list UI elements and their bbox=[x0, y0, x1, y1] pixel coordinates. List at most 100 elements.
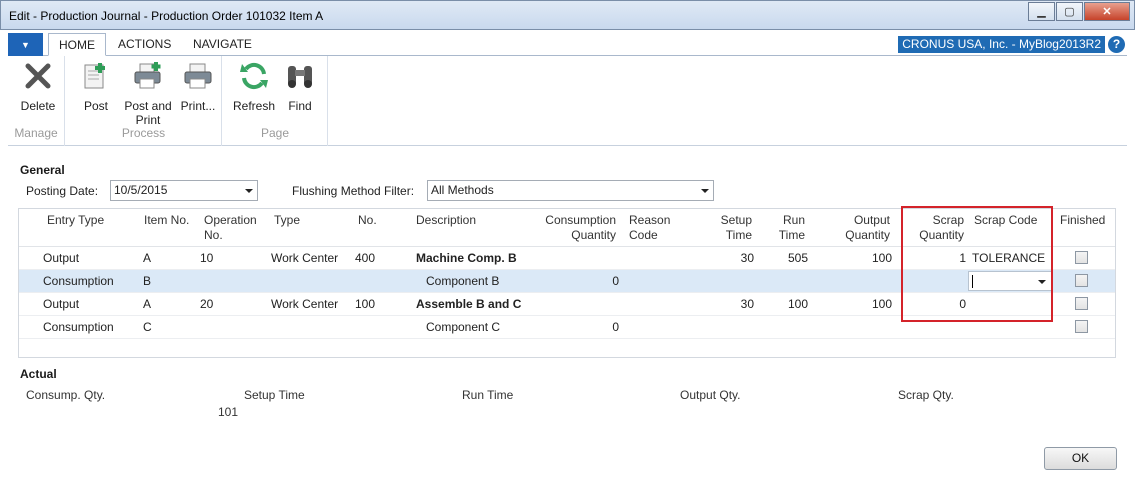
delete-icon bbox=[25, 63, 51, 89]
cell-type[interactable]: Work Center bbox=[271, 297, 338, 311]
cell-item-no[interactable]: C bbox=[143, 320, 152, 334]
posting-date-field[interactable]: 10/5/2015 bbox=[110, 180, 258, 201]
col-setup-time-line2: Time bbox=[725, 228, 752, 242]
finished-checkbox[interactable] bbox=[1075, 251, 1088, 264]
maximize-button[interactable]: ▢ bbox=[1056, 2, 1083, 21]
finished-checkbox[interactable] bbox=[1075, 297, 1088, 310]
group-label-page: Page bbox=[260, 126, 290, 140]
text-caret bbox=[972, 275, 973, 288]
finished-checkbox[interactable] bbox=[1075, 320, 1088, 333]
col-output-qty[interactable]: Output Quantity bbox=[829, 213, 890, 243]
cell-run-time[interactable]: 505 bbox=[759, 251, 808, 265]
post-print-label-2: Print bbox=[135, 113, 161, 127]
col-scrap-qty[interactable]: Scrap Quantity bbox=[904, 213, 964, 243]
cell-type[interactable]: Work Center bbox=[271, 251, 338, 265]
cell-item-no[interactable]: B bbox=[143, 274, 151, 288]
table-row[interactable]: Consumption C Component C 0 bbox=[19, 316, 1115, 339]
cell-description[interactable]: Component B bbox=[426, 274, 499, 288]
flushing-filter-value: All Methods bbox=[431, 183, 494, 197]
tab-actions[interactable]: ACTIONS bbox=[108, 33, 181, 56]
col-consumption-qty-line2: Quantity bbox=[571, 228, 616, 242]
tab-navigate[interactable]: NAVIGATE bbox=[183, 33, 262, 56]
company-name[interactable]: CRONUS USA, Inc. - MyBlog2013R2 bbox=[898, 36, 1105, 53]
tab-home[interactable]: HOME bbox=[48, 33, 106, 56]
actual-setup-time-label: Setup Time bbox=[244, 388, 305, 402]
col-reason-code[interactable]: Reason Code bbox=[629, 213, 670, 243]
col-run-time-line1: Run bbox=[782, 213, 805, 227]
cell-item-no[interactable]: A bbox=[143, 251, 151, 265]
col-finished[interactable]: Finished bbox=[1060, 213, 1105, 228]
scrap-code-input[interactable] bbox=[968, 271, 1052, 291]
ribbon: Delete Manage Post Post and Print Print.… bbox=[8, 56, 1127, 146]
close-button[interactable]: ✕ bbox=[1084, 2, 1130, 21]
chevron-down-icon[interactable] bbox=[245, 189, 253, 193]
col-setup-time[interactable]: Setup Time bbox=[709, 213, 752, 243]
cell-operation-no[interactable]: 20 bbox=[200, 297, 213, 311]
cell-description[interactable]: Machine Comp. B bbox=[416, 251, 517, 265]
chevron-down-icon[interactable] bbox=[701, 189, 709, 193]
col-no[interactable]: No. bbox=[358, 213, 377, 228]
col-operation-no[interactable]: Operation No. bbox=[204, 213, 257, 243]
refresh-button[interactable]: Refresh bbox=[231, 60, 277, 113]
col-consumption-qty[interactable]: Consumption Quantity bbox=[529, 213, 616, 243]
posting-date-value: 10/5/2015 bbox=[114, 183, 168, 197]
refresh-icon bbox=[240, 62, 268, 90]
find-button[interactable]: Find bbox=[281, 60, 319, 113]
minimize-button[interactable]: ▁ bbox=[1028, 2, 1055, 21]
cell-setup-time[interactable]: 30 bbox=[709, 251, 754, 265]
cell-consumption-qty[interactable]: 0 bbox=[529, 320, 619, 334]
cell-scrap-qty[interactable]: 0 bbox=[904, 297, 966, 311]
col-entry-type[interactable]: Entry Type bbox=[47, 213, 104, 228]
window-controls: ▁ ▢ ✕ bbox=[1027, 2, 1130, 21]
window-title: Edit - Production Journal - Production O… bbox=[9, 9, 324, 23]
group-label-process: Process bbox=[121, 126, 166, 140]
refresh-label: Refresh bbox=[232, 99, 276, 113]
table-row-selected[interactable]: Consumption B Component B 0 bbox=[19, 270, 1115, 293]
col-scrap-code[interactable]: Scrap Code bbox=[974, 213, 1037, 228]
col-reason-code-line1: Reason bbox=[629, 213, 671, 227]
col-consumption-qty-line1: Consumption bbox=[545, 213, 616, 227]
cell-item-no[interactable]: A bbox=[143, 297, 151, 311]
table-row[interactable]: Output A 20 Work Center 100 Assemble B a… bbox=[19, 293, 1115, 316]
cell-scrap-code[interactable]: TOLERANCE bbox=[972, 251, 1045, 265]
cell-setup-time[interactable]: 30 bbox=[709, 297, 754, 311]
print-label: Print... bbox=[180, 99, 216, 113]
ribbon-group-page: Refresh Find Page bbox=[223, 56, 328, 146]
actual-run-time-label: Run Time bbox=[462, 388, 514, 402]
cell-run-time[interactable]: 100 bbox=[759, 297, 808, 311]
cell-no[interactable]: 100 bbox=[355, 297, 375, 311]
col-type[interactable]: Type bbox=[274, 213, 300, 228]
post-button[interactable]: Post bbox=[76, 60, 116, 113]
cell-description[interactable]: Component C bbox=[426, 320, 500, 334]
title-bar: Edit - Production Journal - Production O… bbox=[0, 0, 1135, 30]
flushing-filter-select[interactable]: All Methods bbox=[427, 180, 714, 201]
cell-output-qty[interactable]: 100 bbox=[829, 251, 892, 265]
actual-consump-qty-label: Consump. Qty. bbox=[26, 388, 106, 402]
chevron-down-icon[interactable] bbox=[1038, 280, 1046, 284]
cell-scrap-qty[interactable]: 1 bbox=[904, 251, 966, 265]
app-menu-button[interactable]: ▼ bbox=[8, 33, 43, 56]
col-run-time[interactable]: Run Time bbox=[769, 213, 805, 243]
cell-description[interactable]: Assemble B and C bbox=[416, 297, 521, 311]
delete-button[interactable]: Delete bbox=[14, 60, 62, 113]
cell-entry-type[interactable]: Output bbox=[43, 297, 79, 311]
ok-button[interactable]: OK bbox=[1044, 447, 1117, 470]
finished-checkbox[interactable] bbox=[1075, 274, 1088, 287]
cell-operation-no[interactable]: 10 bbox=[200, 251, 213, 265]
flushing-filter-label: Flushing Method Filter: bbox=[292, 184, 415, 198]
cell-entry-type[interactable]: Consumption bbox=[43, 274, 114, 288]
post-and-print-button[interactable]: Post and Print bbox=[118, 60, 178, 127]
post-print-icon bbox=[134, 62, 161, 89]
cell-output-qty[interactable]: 100 bbox=[829, 297, 892, 311]
cell-entry-type[interactable]: Consumption bbox=[43, 320, 114, 334]
cell-consumption-qty[interactable]: 0 bbox=[529, 274, 619, 288]
cell-no[interactable]: 400 bbox=[355, 251, 375, 265]
col-item-no[interactable]: Item No. bbox=[144, 213, 189, 228]
print-button[interactable]: Print... bbox=[178, 60, 218, 113]
group-label-manage: Manage bbox=[14, 126, 58, 140]
table-row[interactable]: Output A 10 Work Center 400 Machine Comp… bbox=[19, 247, 1115, 270]
cell-entry-type[interactable]: Output bbox=[43, 251, 79, 265]
help-icon[interactable]: ? bbox=[1108, 36, 1125, 53]
ribbon-group-process: Post Post and Print Print... Process bbox=[66, 56, 222, 146]
col-description[interactable]: Description bbox=[416, 213, 476, 228]
